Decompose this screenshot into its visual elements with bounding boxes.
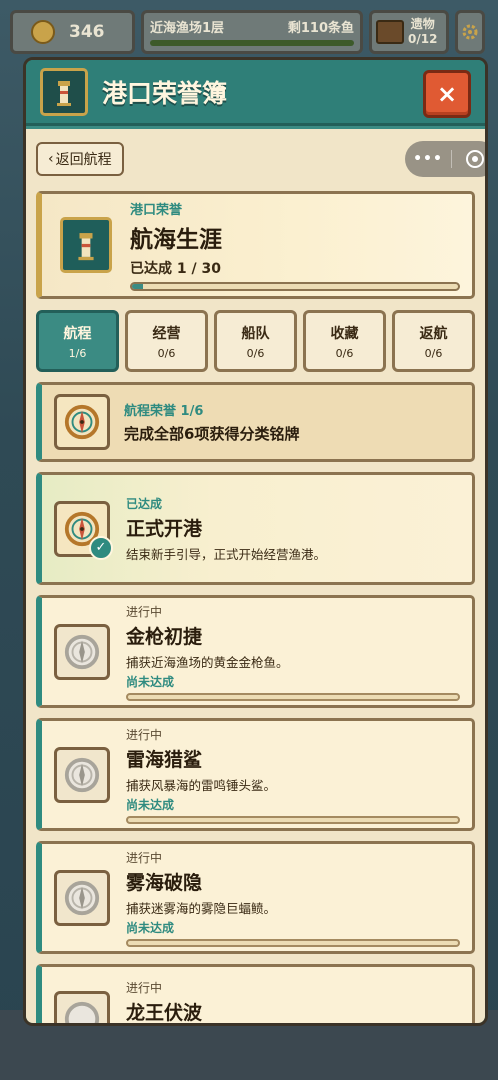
summary-progress-fill xyxy=(132,284,143,289)
achievement-title: 雷海猎鲨 xyxy=(126,748,203,771)
more-icon[interactable]: ••• xyxy=(405,151,451,167)
achievement-desc: 结束新手引导，正式开始经营渔港。 xyxy=(126,546,327,562)
category-summary-card: 航程荣誉 1/6 完成全部6项获得分类铭牌 xyxy=(36,382,475,462)
category-desc: 完成全部6项获得分类铭牌 xyxy=(124,425,300,443)
lighthouse-book-icon xyxy=(40,67,88,116)
achievement-progress-label: 尚未达成 xyxy=(126,920,175,935)
honor-book-modal: 港口荣誉簿 × ‹ 返回航程 ••• 港口荣誉 航海生涯 已达成 1 / 30 … xyxy=(23,57,488,1026)
achievement-card[interactable]: 进行中 龙王伏波 xyxy=(36,964,475,1024)
chevron-left-icon: ‹ xyxy=(48,151,54,167)
achievement-title: 金枪初捷 xyxy=(126,625,203,648)
summary-progress-bar xyxy=(130,282,460,291)
achievement-desc: 捕获迷雾海的雾隐巨蝠鲼。 xyxy=(126,900,277,916)
lighthouse-book-icon xyxy=(60,217,112,273)
modal-title: 港口荣誉簿 xyxy=(102,78,228,108)
achievement-title: 龙王伏波 xyxy=(126,1002,203,1024)
category-kicker: 航程荣誉 1/6 xyxy=(124,404,204,419)
check-icon: ✓ xyxy=(89,535,113,560)
achievement-status: 进行中 xyxy=(126,727,163,742)
achievement-status: 进行中 xyxy=(126,981,163,995)
relic-label: 遗物 xyxy=(410,17,435,31)
coin-counter: 346 xyxy=(10,10,135,54)
achievement-card[interactable]: 进行中 雷海猎鲨 捕获风暴海的雷鸣锤头鲨。 尚未达成 xyxy=(36,718,475,831)
mini-program-capsule: ••• xyxy=(405,141,485,177)
summary-kicker: 港口荣誉 xyxy=(130,203,183,218)
compass-icon xyxy=(54,394,110,450)
compass-grey-icon xyxy=(54,623,110,680)
zone-name: 近海渔场1层 xyxy=(150,21,225,36)
achievement-status: 进行中 xyxy=(126,604,163,619)
gear-icon xyxy=(462,24,478,40)
settings-button[interactable] xyxy=(455,10,485,54)
achievement-card[interactable]: 进行中 金枪初捷 捕获近海渔场的黄金金枪鱼。 尚未达成 xyxy=(36,595,475,708)
zone-indicator: 近海渔场1层 剩110条鱼 xyxy=(141,10,363,54)
achievement-desc: 捕获风暴海的雷鸣锤头鲨。 xyxy=(126,777,277,793)
compass-grey-icon xyxy=(54,746,110,803)
zone-progress-bar xyxy=(150,40,354,46)
tab-voyage[interactable]: 航程 1/6 xyxy=(36,310,119,372)
coin-icon xyxy=(31,20,55,44)
compass-grey-icon xyxy=(54,869,110,926)
compass-icon: ✓ xyxy=(54,500,113,560)
tab-fleet[interactable]: 船队 0/6 xyxy=(214,310,297,372)
close-circle-icon[interactable] xyxy=(466,150,484,168)
tab-return[interactable]: 返航 0/6 xyxy=(392,310,475,372)
summary-card: 港口荣誉 航海生涯 已达成 1 / 30 xyxy=(36,191,475,299)
achievement-status: 已达成 xyxy=(126,496,163,511)
close-button[interactable]: × xyxy=(423,70,471,118)
achievement-progress-label: 尚未达成 xyxy=(126,674,175,689)
achievement-progress-bar xyxy=(126,815,460,824)
achievement-title: 正式开港 xyxy=(126,517,203,540)
modal-header: 港口荣誉簿 × xyxy=(26,60,485,126)
back-label: 返回航程 xyxy=(55,152,112,168)
modal-body: ‹ 返回航程 ••• 港口荣誉 航海生涯 已达成 1 / 30 航程 1/6 经… xyxy=(26,129,485,1023)
tab-collection[interactable]: 收藏 0/6 xyxy=(303,310,386,372)
summary-progress-text: 已达成 1 / 30 xyxy=(130,261,221,277)
achievement-progress-bar xyxy=(126,938,460,947)
achievement-title: 雾海破隐 xyxy=(126,871,203,894)
category-tabs: 航程 1/6 经营 0/6 船队 0/6 收藏 0/6 返航 0/6 xyxy=(36,310,475,372)
summary-title: 航海生涯 xyxy=(130,227,222,253)
tab-business[interactable]: 经营 0/6 xyxy=(125,310,208,372)
achievement-progress-label: 尚未达成 xyxy=(126,797,175,812)
coin-value: 346 xyxy=(69,22,105,42)
achievement-card[interactable]: 进行中 雾海破隐 捕获迷雾海的雾隐巨蝠鲼。 尚未达成 xyxy=(36,841,475,954)
achievement-card[interactable]: ✓ 已达成 正式开港 结束新手引导，正式开始经营渔港。 xyxy=(36,472,475,585)
relic-count: 0/12 xyxy=(408,32,438,46)
compass-grey-icon xyxy=(54,991,110,1023)
zone-remaining: 剩110条鱼 xyxy=(287,21,354,36)
achievement-desc: 捕获近海渔场的黄金金枪鱼。 xyxy=(126,654,289,670)
relic-button[interactable]: 遗物 0/12 xyxy=(369,10,449,54)
top-hud: 346 近海渔场1层 剩110条鱼 遗物 0/12 xyxy=(10,8,488,56)
back-button[interactable]: ‹ 返回航程 xyxy=(36,142,124,176)
achievement-status: 进行中 xyxy=(126,850,163,865)
chest-icon xyxy=(376,20,404,44)
achievement-progress-bar xyxy=(126,692,460,701)
